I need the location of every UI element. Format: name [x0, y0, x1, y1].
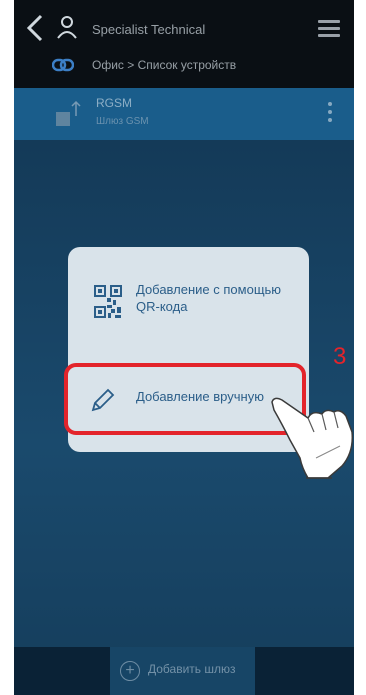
add-gateway-label: Добавить шлюз: [148, 662, 236, 676]
device-subtitle: Шлюз GSM: [96, 116, 149, 127]
breadcrumb[interactable]: Офис > Список устройств: [92, 58, 236, 72]
qr-code-icon[interactable]: [94, 285, 122, 319]
gateway-device-icon: [56, 100, 81, 126]
pointing-hand-icon: [271, 397, 354, 479]
device-row[interactable]: RGSM Шлюз GSM: [14, 88, 354, 140]
plus-circle-icon: +: [120, 661, 140, 681]
option-qr-label[interactable]: Добавление с помощью QR-кода: [136, 281, 286, 315]
bottom-bar: + Добавить шлюз: [14, 647, 354, 695]
step-number: 3: [333, 343, 347, 370]
device-name: RGSM: [96, 96, 132, 110]
user-icon: [57, 16, 77, 39]
top-bar: Specialist Technical Офис > Список устро…: [14, 0, 354, 88]
hamburger-menu-icon[interactable]: [318, 20, 340, 37]
app-title: Specialist Technical: [92, 22, 206, 37]
phone-screen: Specialist Technical Офис > Список устро…: [14, 0, 354, 695]
back-arrow-icon[interactable]: [24, 14, 46, 42]
link-icon: [52, 58, 74, 72]
more-options-icon[interactable]: [328, 102, 332, 126]
add-gateway-button[interactable]: + Добавить шлюз: [110, 647, 255, 695]
